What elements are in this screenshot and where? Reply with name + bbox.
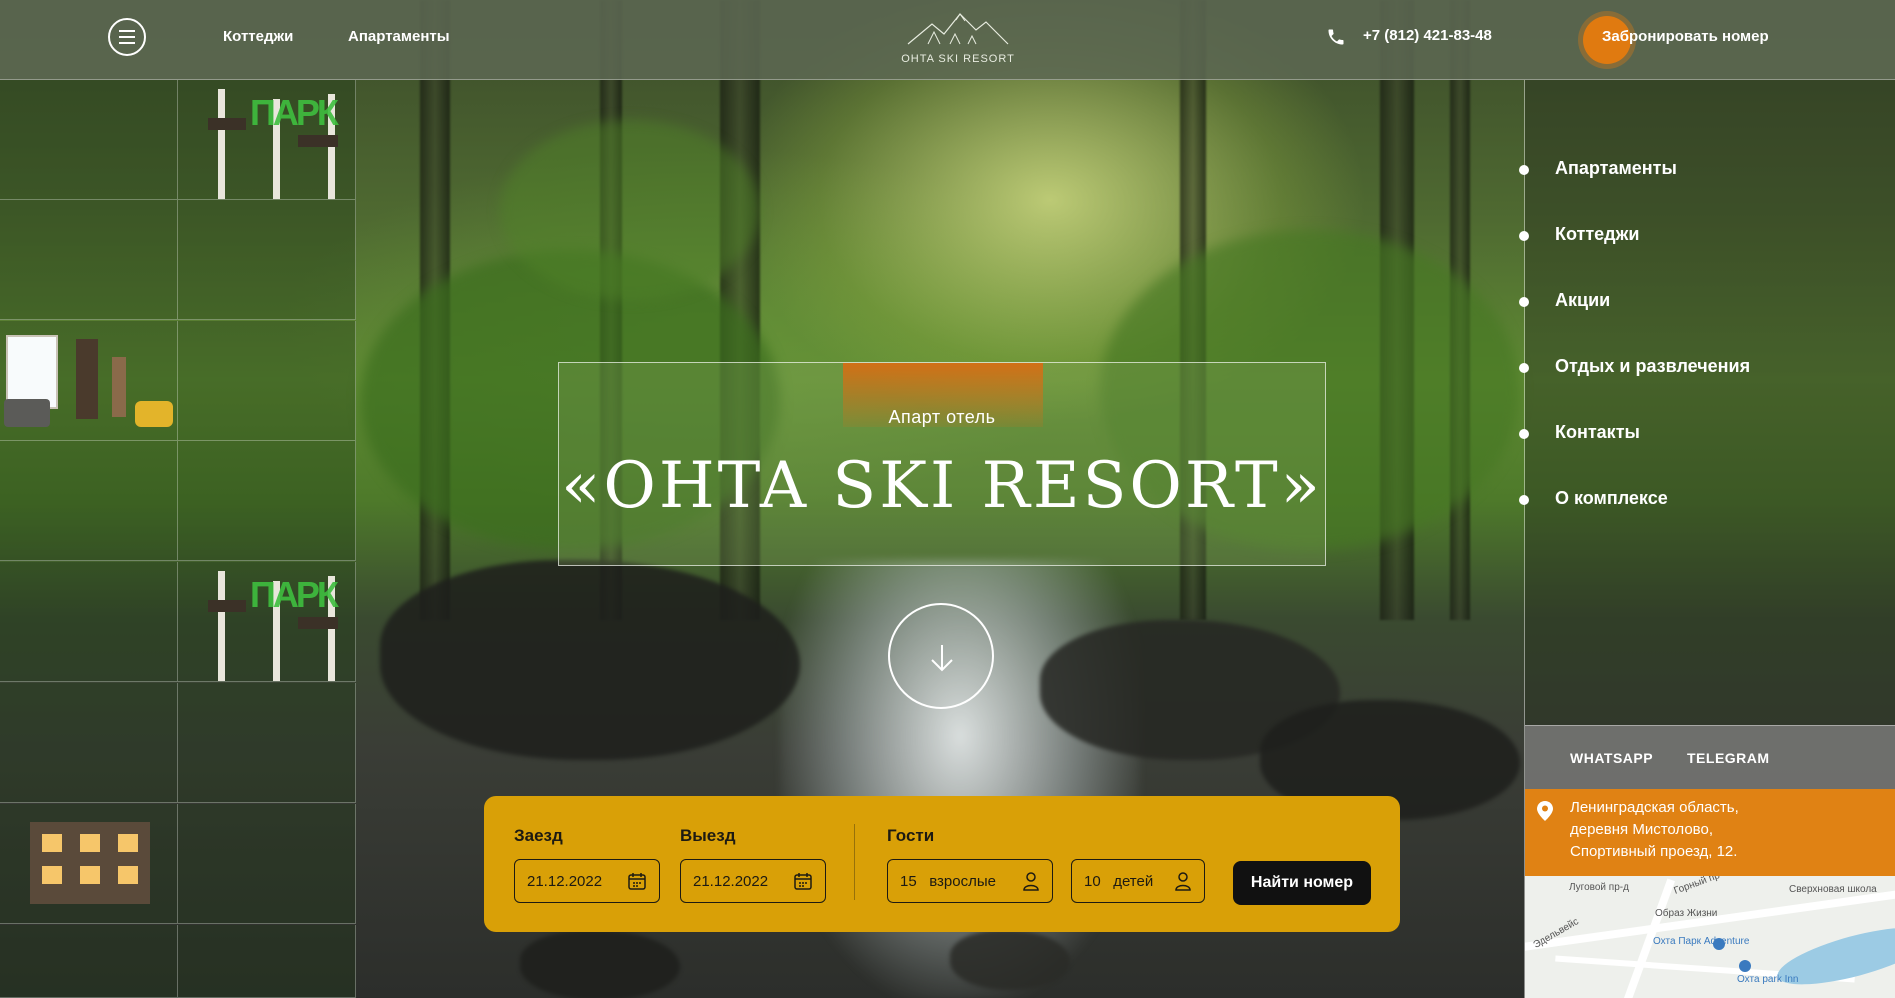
map-pin-icon <box>1537 801 1553 821</box>
map-label: Луговой пр-д <box>1569 882 1629 893</box>
gallery-cell <box>178 804 356 924</box>
phone-link[interactable]: +7 (812) 421-83-48 <box>1326 27 1492 45</box>
arrow-down-icon <box>931 645 953 672</box>
gallery-cell <box>0 925 178 998</box>
gallery-photo-apartment[interactable] <box>0 321 178 441</box>
gallery-grid: ПАРК ПАРК <box>0 80 360 998</box>
children-field[interactable]: 10 детей <box>1071 859 1205 903</box>
gallery-cell <box>178 200 356 320</box>
hero-subtitle: Апарт отель <box>888 407 996 427</box>
gallery-cell <box>0 441 178 561</box>
checkin-date-value: 21.12.2022 <box>527 873 603 890</box>
book-room-label: Забронировать номер <box>1602 28 1769 45</box>
side-menu-label: Коттеджи <box>1555 224 1640 244</box>
gallery-cell <box>178 441 356 561</box>
map-label: Сверхновая школа <box>1789 884 1877 895</box>
menu-bullet <box>1519 429 1529 439</box>
menu-bullet <box>1519 297 1529 307</box>
side-menu-label: Акции <box>1555 290 1611 310</box>
mountain-logo-icon <box>907 13 1009 45</box>
map-poi: Охта Парк Adventure <box>1653 936 1750 947</box>
map-poi: Охта park Inn <box>1737 974 1799 985</box>
map-label: Образ Жизни <box>1655 908 1718 919</box>
site-header: Коттеджи Апартаменты OHTA SKI RESORT +7 … <box>0 0 1895 80</box>
checkout-label: Выезд <box>680 826 736 845</box>
whatsapp-link[interactable]: WHATSAPP <box>1570 750 1653 766</box>
adults-count: 15 <box>900 873 917 890</box>
children-unit: детей <box>1113 873 1154 890</box>
gallery-photo-rope-park[interactable]: ПАРК <box>178 80 356 200</box>
booking-divider <box>854 824 855 900</box>
gallery-cell <box>178 683 356 803</box>
gallery-photo-rope-park[interactable]: ПАРК <box>178 562 356 682</box>
calendar-icon <box>628 873 646 890</box>
hero-title: «OHTA SKI RESORT» <box>561 449 1323 523</box>
address-line-1: Ленинградская область, <box>1570 799 1739 816</box>
checkout-date-field[interactable]: 21.12.2022 <box>680 859 826 903</box>
right-side-panel: Апартаменты Коттеджи Акции Отдых и развл… <box>1519 80 1895 998</box>
menu-bullet <box>1519 495 1529 505</box>
map-label: Горный пр <box>1672 876 1722 897</box>
gallery-cell <box>178 321 356 441</box>
telegram-link[interactable]: TELEGRAM <box>1687 750 1770 766</box>
location-map[interactable]: Луговой пр-д Горный пр Сверхновая школа … <box>1525 876 1895 998</box>
gallery-cell <box>0 200 178 320</box>
adults-field[interactable]: 15 взрослые <box>887 859 1053 903</box>
adults-unit: взрослые <box>929 873 996 890</box>
gallery-cell <box>0 80 178 200</box>
menu-bullet <box>1519 231 1529 241</box>
menu-bullet <box>1519 363 1529 373</box>
address-block: Ленинградская область, деревня Мистолово… <box>1525 789 1895 876</box>
side-menu-label: О комплексе <box>1555 488 1668 508</box>
nav-link-cottages[interactable]: Коттеджи <box>223 28 293 45</box>
logo-text: OHTA SKI RESORT <box>901 53 1015 65</box>
children-count: 10 <box>1084 873 1101 890</box>
address-line-2: деревня Мистолово, <box>1570 821 1713 838</box>
side-menu-label: Апартаменты <box>1555 158 1677 178</box>
checkin-date-field[interactable]: 21.12.2022 <box>514 859 660 903</box>
book-room-button[interactable]: Забронировать номер <box>1583 16 1769 64</box>
phone-icon <box>1328 29 1344 45</box>
gallery-cell <box>0 562 178 682</box>
map-poi-icon <box>1739 960 1751 972</box>
gallery-cell <box>0 683 178 803</box>
phone-number: +7 (812) 421-83-48 <box>1363 27 1492 44</box>
side-menu-label: Контакты <box>1555 422 1640 442</box>
find-room-button[interactable]: Найти номер <box>1233 861 1371 905</box>
booking-form: Заезд 21.12.2022 Выезд 21.12.2022 Гости … <box>484 796 1400 932</box>
hero-title-box: Апарт отель «OHTA SKI RESORT» <box>558 362 1326 566</box>
checkin-label: Заезд <box>514 826 563 845</box>
scroll-down-button[interactable] <box>888 603 994 709</box>
address-line-3: Спортивный проезд, 12. <box>1570 843 1738 860</box>
gallery-cell <box>178 925 356 998</box>
guests-label: Гости <box>887 826 935 845</box>
social-bar: WHATSAPP TELEGRAM <box>1525 725 1895 790</box>
side-menu-label: Отдых и развлечения <box>1555 356 1751 376</box>
user-icon <box>1175 872 1191 891</box>
gallery-photo-cottage[interactable] <box>0 804 178 924</box>
calendar-icon <box>794 873 812 890</box>
site-logo[interactable]: OHTA SKI RESORT <box>888 8 1028 68</box>
nav-link-apartments[interactable]: Апартаменты <box>348 28 450 45</box>
menu-icon[interactable] <box>108 18 146 56</box>
menu-bullet <box>1519 165 1529 175</box>
user-icon <box>1023 872 1039 891</box>
checkout-date-value: 21.12.2022 <box>693 873 769 890</box>
